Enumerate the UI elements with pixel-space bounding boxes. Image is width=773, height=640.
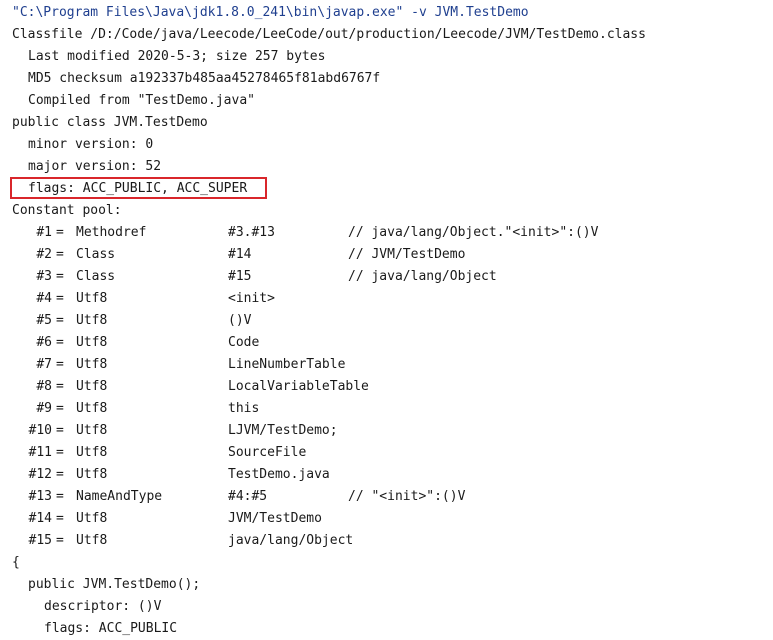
constant-pool-value: <init> (228, 291, 275, 306)
constant-pool-value: #4:#5 (228, 489, 268, 504)
constant-pool-type: Utf8 (76, 445, 108, 460)
constructor-signature: public JVM.TestDemo(); (28, 577, 201, 592)
constant-pool-type: Utf8 (76, 511, 108, 526)
constant-pool-entry: #2 = Class #14 // JVM/TestDemo (12, 244, 767, 266)
constant-pool-index: #3 (36, 269, 52, 284)
classfile-path: Classfile /D:/Code/java/Leecode/LeeCode/… (12, 27, 646, 42)
md5-checksum-line: MD5 checksum a192337b485aa45278465f81abd… (28, 71, 381, 86)
class-body-open-brace: { (12, 555, 20, 570)
last-modified-line: Last modified 2020-5-3; size 257 bytes (28, 49, 326, 64)
constant-pool-equals: = (56, 467, 64, 482)
constant-pool-entry: #1 = Methodref #3.#13 // java/lang/Object."<… (12, 222, 767, 244)
constant-pool-equals: = (56, 269, 64, 284)
constant-pool-comment: // java/lang/Object (348, 269, 497, 284)
command-line: "C:\Program Files\Java\jdk1.8.0_241\bin\… (12, 5, 529, 20)
constant-pool-type: Utf8 (76, 335, 108, 350)
constant-pool-comment: // JVM/TestDemo (348, 247, 466, 262)
constant-pool-index: #5 (36, 313, 52, 328)
constant-pool-type: Utf8 (76, 357, 108, 372)
constant-pool-index: #15 (28, 533, 52, 548)
constant-pool-comment: // java/lang/Object."<init>":()V (348, 225, 599, 240)
constant-pool-value: #3.#13 (228, 225, 275, 240)
constant-pool-entry: #4 = Utf8 <init> (12, 288, 767, 310)
constant-pool-index: #2 (36, 247, 52, 262)
minor-version-line: minor version: 0 (28, 137, 154, 152)
constant-pool-type: Utf8 (76, 467, 108, 482)
constant-pool-type: Class (76, 247, 116, 262)
constant-pool-list: #1 = Methodref #3.#13 // java/lang/Object."<… (12, 222, 767, 552)
constant-pool-value: ()V (228, 313, 252, 328)
constant-pool-equals: = (56, 313, 64, 328)
constant-pool-title: Constant pool: (12, 203, 122, 218)
constant-pool-entry: #5 = Utf8 ()V (12, 310, 767, 332)
constant-pool-entry: #15 = Utf8 java/lang/Object (12, 530, 767, 552)
constant-pool-comment: // "<init>":()V (348, 489, 466, 504)
constant-pool-index: #9 (36, 401, 52, 416)
constant-pool-type: Methodref (76, 225, 147, 240)
constant-pool-index: #14 (28, 511, 52, 526)
constant-pool-equals: = (56, 247, 64, 262)
constant-pool-entry: #3 = Class #15 // java/lang/Object (12, 266, 767, 288)
constant-pool-type: Utf8 (76, 401, 108, 416)
constant-pool-equals: = (56, 357, 64, 372)
constant-pool-value: JVM/TestDemo (228, 511, 322, 526)
constant-pool-value: this (228, 401, 260, 416)
constant-pool-value: SourceFile (228, 445, 307, 460)
constant-pool-type: NameAndType (76, 489, 163, 504)
constant-pool-index: #4 (36, 291, 52, 306)
constant-pool-entry: #7 = Utf8 LineNumberTable (12, 354, 767, 376)
constant-pool-value: #15 (228, 269, 252, 284)
javap-console-output: "C:\Program Files\Java\jdk1.8.0_241\bin\… (12, 2, 767, 640)
constant-pool-equals: = (56, 533, 64, 548)
constant-pool-type: Class (76, 269, 116, 284)
constant-pool-equals: = (56, 379, 64, 394)
class-declaration: public class JVM.TestDemo (12, 115, 208, 130)
constant-pool-type: Utf8 (76, 379, 108, 394)
constant-pool-entry: #12 = Utf8 TestDemo.java (12, 464, 767, 486)
flags-highlight-box (10, 177, 267, 199)
constant-pool-equals: = (56, 423, 64, 438)
constant-pool-value: LocalVariableTable (228, 379, 369, 394)
constant-pool-entry: #13 = NameAndType #4:#5 // "<init>":()V (12, 486, 767, 508)
constant-pool-index: #10 (28, 423, 52, 438)
constant-pool-type: Utf8 (76, 533, 108, 548)
constant-pool-value: LJVM/TestDemo; (228, 423, 338, 438)
constant-pool-equals: = (56, 335, 64, 350)
constant-pool-equals: = (56, 511, 64, 526)
constant-pool-type: Utf8 (76, 423, 108, 438)
constant-pool-entry: #14 = Utf8 JVM/TestDemo (12, 508, 767, 530)
constant-pool-index: #13 (28, 489, 52, 504)
constant-pool-equals: = (56, 291, 64, 306)
constant-pool-entry: #10 = Utf8 LJVM/TestDemo; (12, 420, 767, 442)
constant-pool-value: Code (228, 335, 260, 350)
constant-pool-type: Utf8 (76, 313, 108, 328)
constant-pool-equals: = (56, 445, 64, 460)
constant-pool-value: java/lang/Object (228, 533, 354, 548)
constructor-descriptor: descriptor: ()V (44, 599, 162, 614)
constant-pool-index: #7 (36, 357, 52, 372)
constant-pool-entry: #6 = Utf8 Code (12, 332, 767, 354)
constant-pool-equals: = (56, 225, 64, 240)
constant-pool-entry: #8 = Utf8 LocalVariableTable (12, 376, 767, 398)
constant-pool-value: LineNumberTable (228, 357, 346, 372)
constant-pool-value: #14 (228, 247, 252, 262)
major-version-line: major version: 52 (28, 159, 162, 174)
constant-pool-equals: = (56, 401, 64, 416)
constant-pool-index: #12 (28, 467, 52, 482)
constant-pool-value: TestDemo.java (228, 467, 330, 482)
constant-pool-index: #8 (36, 379, 52, 394)
constant-pool-type: Utf8 (76, 291, 108, 306)
constant-pool-entry: #11 = Utf8 SourceFile (12, 442, 767, 464)
compiled-from-line: Compiled from "TestDemo.java" (28, 93, 255, 108)
constant-pool-index: #6 (36, 335, 52, 350)
constant-pool-index: #1 (36, 225, 52, 240)
constructor-flags: flags: ACC_PUBLIC (44, 621, 178, 636)
constant-pool-entry: #9 = Utf8 this (12, 398, 767, 420)
constant-pool-equals: = (56, 489, 64, 504)
constant-pool-index: #11 (28, 445, 52, 460)
